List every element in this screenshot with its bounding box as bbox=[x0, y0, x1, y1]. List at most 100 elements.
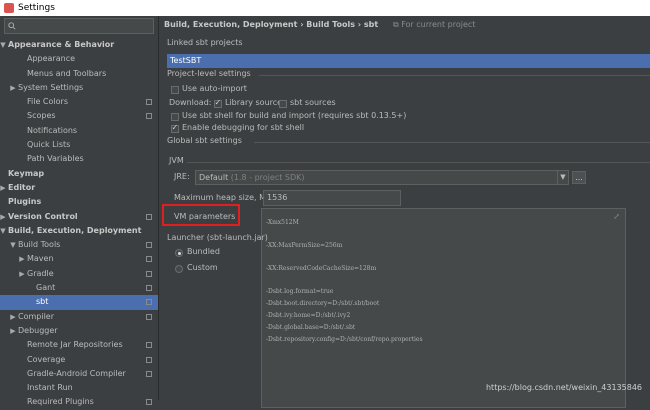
bundled-label: Bundled bbox=[187, 247, 220, 256]
jre-sdk-hint: (1.8 - project SDK) bbox=[230, 173, 305, 182]
project-scope-icon bbox=[146, 342, 152, 349]
jre-label: JRE: bbox=[174, 172, 190, 181]
sidebar-item[interactable]: ▶ System Settings bbox=[0, 81, 158, 95]
project-scope-icon bbox=[146, 213, 152, 220]
app-icon bbox=[4, 3, 14, 13]
launcher-label: Launcher (sbt-launch.jar) bbox=[167, 233, 268, 242]
sidebar-item-label: Appearance bbox=[27, 54, 76, 64]
linked-projects-label: Linked sbt projects bbox=[167, 38, 243, 47]
jre-select-value: Default bbox=[199, 173, 229, 182]
sidebar-item[interactable]: Notifications bbox=[0, 124, 158, 138]
sidebar-item[interactable]: Coverage bbox=[0, 353, 158, 367]
sidebar-item[interactable]: ▼ Build, Execution, Deployment bbox=[0, 224, 158, 238]
sidebar-item[interactable]: sbt bbox=[0, 295, 158, 310]
vm-parameter-line: -Dsbt.boot.directory=D:/sbt/.sbt/boot bbox=[266, 300, 380, 307]
sbt-shell-checkbox[interactable] bbox=[171, 113, 179, 121]
sidebar-item[interactable]: Plugins bbox=[0, 195, 158, 209]
breadcrumb: Build, Execution, Deployment › Build Too… bbox=[164, 18, 475, 32]
sidebar-item-label: sbt bbox=[36, 297, 49, 307]
sidebar-item[interactable]: ▶ Version Control bbox=[0, 210, 158, 224]
debugging-checkbox[interactable] bbox=[171, 123, 179, 133]
heap-size-label: Maximum heap size, MB bbox=[174, 193, 272, 202]
sidebar-item[interactable]: Remote Jar Repositories bbox=[0, 338, 158, 352]
sidebar-item[interactable]: ▼ Appearance & Behavior bbox=[0, 38, 158, 52]
chevron-right-icon[interactable]: ▶ bbox=[9, 324, 17, 338]
chevron-right-icon[interactable]: ▶ bbox=[18, 267, 26, 281]
expand-icon[interactable]: ⤢ bbox=[613, 212, 620, 221]
chevron-right-icon[interactable]: ▶ bbox=[0, 210, 7, 224]
sidebar-item[interactable]: Menus and Toolbars bbox=[0, 67, 158, 81]
settings-tree: ▼ Appearance & Behavior Appearance Menus an… bbox=[0, 38, 158, 410]
jre-select[interactable]: Default (1.8 - project SDK) ▼ bbox=[195, 170, 569, 185]
project-scope-icon bbox=[146, 99, 152, 106]
sidebar-item[interactable]: Instant Run bbox=[0, 381, 158, 395]
sidebar-item-label: Keymap bbox=[8, 168, 45, 178]
sidebar-item[interactable]: Required Plugins bbox=[0, 395, 158, 409]
settings-search-input[interactable] bbox=[4, 18, 154, 34]
auto-import-checkbox[interactable] bbox=[171, 86, 179, 94]
global-settings-label: Global sbt settings bbox=[167, 136, 242, 145]
sidebar-item-label: Gant bbox=[36, 283, 56, 293]
sidebar-item-label: Path Variables bbox=[27, 154, 84, 164]
sidebar-item[interactable]: ▶ Debugger bbox=[0, 324, 158, 338]
heap-size-input[interactable]: 1536 bbox=[263, 190, 401, 206]
sidebar-item[interactable]: Gradle-Android Compiler bbox=[0, 367, 158, 381]
vm-parameter-line: -Dsbt.repository.config=D:/sbt/conf/repo… bbox=[266, 336, 423, 343]
sidebar-item-label: Compiler bbox=[18, 311, 55, 321]
jre-browse-button[interactable]: ... bbox=[572, 171, 586, 184]
sidebar-item-label: Debugger bbox=[18, 325, 58, 335]
chevron-down-icon[interactable]: ▼ bbox=[9, 238, 17, 252]
custom-label: Custom bbox=[187, 263, 218, 272]
divider bbox=[187, 162, 650, 163]
chevron-down-icon[interactable]: ▼ bbox=[0, 38, 7, 52]
linked-project-name: TestSBT bbox=[170, 56, 202, 65]
vm-parameter-line: -Dsbt.log.format=true bbox=[266, 288, 334, 295]
auto-import-label: Use auto-import bbox=[182, 84, 247, 93]
sidebar-item-label: Build, Execution, Deployment bbox=[8, 225, 142, 235]
vm-parameter-line: -Dsbt.ivy.home=D:/sbt/.ivy2 bbox=[266, 312, 351, 319]
library-sources-checkbox[interactable] bbox=[214, 98, 222, 108]
sidebar-item-label: File Colors bbox=[27, 97, 68, 107]
sidebar-item[interactable]: ▶ Gradle bbox=[0, 267, 158, 281]
sidebar-item[interactable]: ▶ Maven bbox=[0, 252, 158, 266]
sbt-settings-panel: Build, Execution, Deployment › Build Too… bbox=[159, 16, 650, 408]
sidebar-item[interactable]: Path Variables bbox=[0, 152, 158, 166]
sidebar-item[interactable]: Appearance bbox=[0, 52, 158, 66]
vm-parameters-textarea[interactable]: ⤢ -Xmx512M -XX:MaxPermSize=256m -XX:Reserv… bbox=[261, 208, 626, 408]
chevron-right-icon[interactable]: ▶ bbox=[0, 181, 7, 195]
window-title-bar: Settings bbox=[0, 0, 650, 16]
sidebar-item[interactable]: Keymap bbox=[0, 167, 158, 181]
library-sources-label: Library sources bbox=[225, 98, 287, 107]
sidebar-item-label: Coverage bbox=[27, 354, 66, 364]
watermark: https://blog.csdn.net/weixin_43135846 bbox=[485, 383, 642, 392]
sidebar-item[interactable]: Gant bbox=[0, 281, 158, 295]
chevron-down-icon[interactable]: ▼ bbox=[0, 224, 7, 238]
linked-project-item[interactable]: TestSBT bbox=[167, 54, 650, 68]
sidebar-item[interactable]: Quick Lists bbox=[0, 138, 158, 152]
chevron-right-icon[interactable]: ▶ bbox=[9, 81, 17, 95]
sidebar-item-label: Version Control bbox=[8, 211, 78, 221]
download-label: Download: bbox=[169, 98, 212, 107]
custom-radio[interactable] bbox=[175, 265, 183, 273]
sidebar-item[interactable]: ▶ Editor bbox=[0, 181, 158, 195]
sidebar-item-label: Maven bbox=[27, 254, 54, 264]
vm-parameter-line: -Xmx512M bbox=[266, 219, 299, 226]
sidebar-item[interactable]: ▼ Build Tools bbox=[0, 238, 158, 252]
sidebar-item-label: Build Tools bbox=[18, 240, 61, 250]
settings-sidebar: ▼ Appearance & Behavior Appearance Menus an… bbox=[0, 16, 159, 406]
sidebar-item[interactable]: File Colors bbox=[0, 95, 158, 109]
bundled-radio[interactable] bbox=[175, 249, 183, 257]
chevron-right-icon[interactable]: ▶ bbox=[9, 310, 17, 324]
breadcrumb-path: Build, Execution, Deployment › Build Too… bbox=[164, 20, 379, 29]
project-scope-icon bbox=[146, 370, 152, 377]
project-scope-icon bbox=[146, 270, 152, 277]
sidebar-item-label: Notifications bbox=[27, 125, 78, 135]
sidebar-item-label: Scopes bbox=[27, 111, 56, 121]
chevron-right-icon[interactable]: ▶ bbox=[18, 252, 26, 266]
divider bbox=[259, 75, 650, 76]
project-scope-icon bbox=[146, 256, 152, 263]
sidebar-item[interactable]: ▶ Compiler bbox=[0, 310, 158, 324]
sidebar-item[interactable]: Scopes bbox=[0, 109, 158, 123]
sbt-sources-checkbox[interactable] bbox=[279, 100, 287, 108]
project-level-label: Project-level settings bbox=[167, 69, 251, 78]
